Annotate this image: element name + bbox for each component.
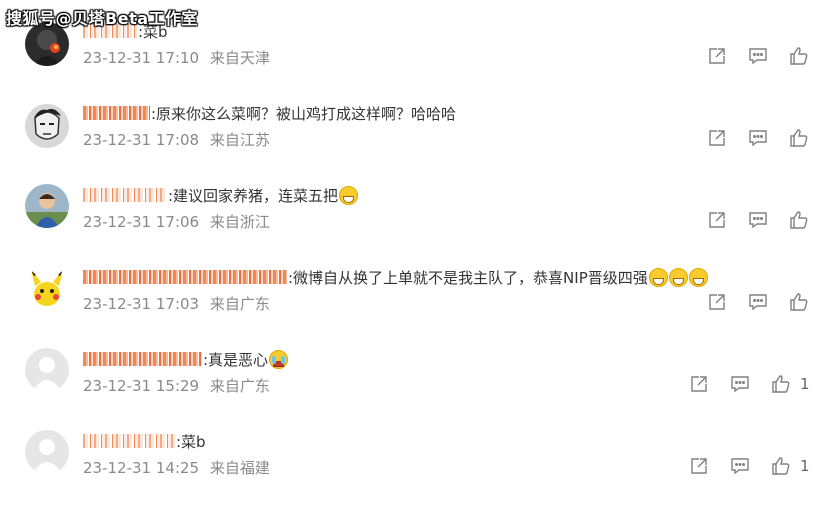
share-icon[interactable] xyxy=(688,455,710,477)
like-count: 1 xyxy=(800,375,810,393)
like-icon[interactable] xyxy=(788,45,810,67)
comment-icon[interactable] xyxy=(747,45,769,67)
comment-text: :菜b xyxy=(176,432,206,451)
comment-item: :真是恶心 23-12-31 15:29 来自广东 1 xyxy=(0,346,827,428)
comment-timestamp: 23-12-31 17:06 xyxy=(83,213,200,231)
comment-text: :原来你这么菜啊？被山鸡打成这样啊？哈哈哈 xyxy=(151,104,457,123)
watermark: 搜狐号@贝塔Beta工作室 xyxy=(6,9,198,28)
share-icon[interactable] xyxy=(688,373,710,395)
comment-icon[interactable] xyxy=(729,373,751,395)
grin-emoji xyxy=(688,267,708,287)
username[interactable] xyxy=(83,106,150,120)
avatar[interactable] xyxy=(25,430,69,474)
like-icon[interactable] xyxy=(788,291,810,313)
comment-location: 来自福建 xyxy=(209,459,270,477)
avatar[interactable] xyxy=(25,266,69,310)
comment-item: :菜b 23-12-31 17:10 来自天津 xyxy=(0,18,827,100)
avatar[interactable] xyxy=(25,104,69,148)
comment-item: :原来你这么菜啊？被山鸡打成这样啊？哈哈哈 23-12-31 17:08 来自江… xyxy=(0,100,827,182)
like-icon[interactable] xyxy=(788,209,810,231)
comment-location: 来自浙江 xyxy=(209,213,270,231)
username[interactable] xyxy=(83,434,175,448)
comment-icon[interactable] xyxy=(747,291,769,313)
like-icon[interactable] xyxy=(788,127,810,149)
comment-text: :建议回家养猪，连菜五把 xyxy=(168,186,339,205)
laugh-cry-emoji xyxy=(339,185,359,205)
avatar[interactable] xyxy=(25,184,69,228)
comment-icon[interactable] xyxy=(747,209,769,231)
comment-item: :菜b 23-12-31 14:25 来自福建 1 xyxy=(0,428,827,510)
share-icon[interactable] xyxy=(706,45,728,67)
like-icon[interactable] xyxy=(770,455,792,477)
username[interactable] xyxy=(83,352,202,366)
comment-icon[interactable] xyxy=(729,455,751,477)
comment-text: :真是恶心 xyxy=(203,350,269,369)
comment-icon[interactable] xyxy=(747,127,769,149)
username[interactable] xyxy=(83,270,287,284)
comment-timestamp: 23-12-31 17:10 xyxy=(83,49,200,67)
grin-emoji xyxy=(648,267,668,287)
like-count: 1 xyxy=(800,457,810,475)
grin-emoji xyxy=(668,267,688,287)
comment-item: :微博自从换了上单就不是我主队了，恭喜NIP晋级四强 23-12-31 17:0… xyxy=(0,264,827,346)
comment-timestamp: 23-12-31 15:29 xyxy=(83,377,200,395)
avatar[interactable] xyxy=(25,348,69,392)
share-icon[interactable] xyxy=(706,209,728,231)
comment-location: 来自江苏 xyxy=(209,131,270,149)
comment-timestamp: 23-12-31 17:08 xyxy=(83,131,200,149)
cry-emoji xyxy=(269,349,289,369)
comment-timestamp: 23-12-31 14:25 xyxy=(83,459,200,477)
comment-timestamp: 23-12-31 17:03 xyxy=(83,295,200,313)
like-icon[interactable] xyxy=(770,373,792,395)
share-icon[interactable] xyxy=(706,127,728,149)
comment-location: 来自广东 xyxy=(209,295,270,313)
comment-text: :微博自从换了上单就不是我主队了，恭喜NIP晋级四强 xyxy=(288,268,648,287)
share-icon[interactable] xyxy=(706,291,728,313)
comment-location: 来自天津 xyxy=(209,49,270,67)
username[interactable] xyxy=(83,188,167,202)
comment-item: :建议回家养猪，连菜五把 23-12-31 17:06 来自浙江 xyxy=(0,182,827,264)
comment-location: 来自广东 xyxy=(209,377,270,395)
